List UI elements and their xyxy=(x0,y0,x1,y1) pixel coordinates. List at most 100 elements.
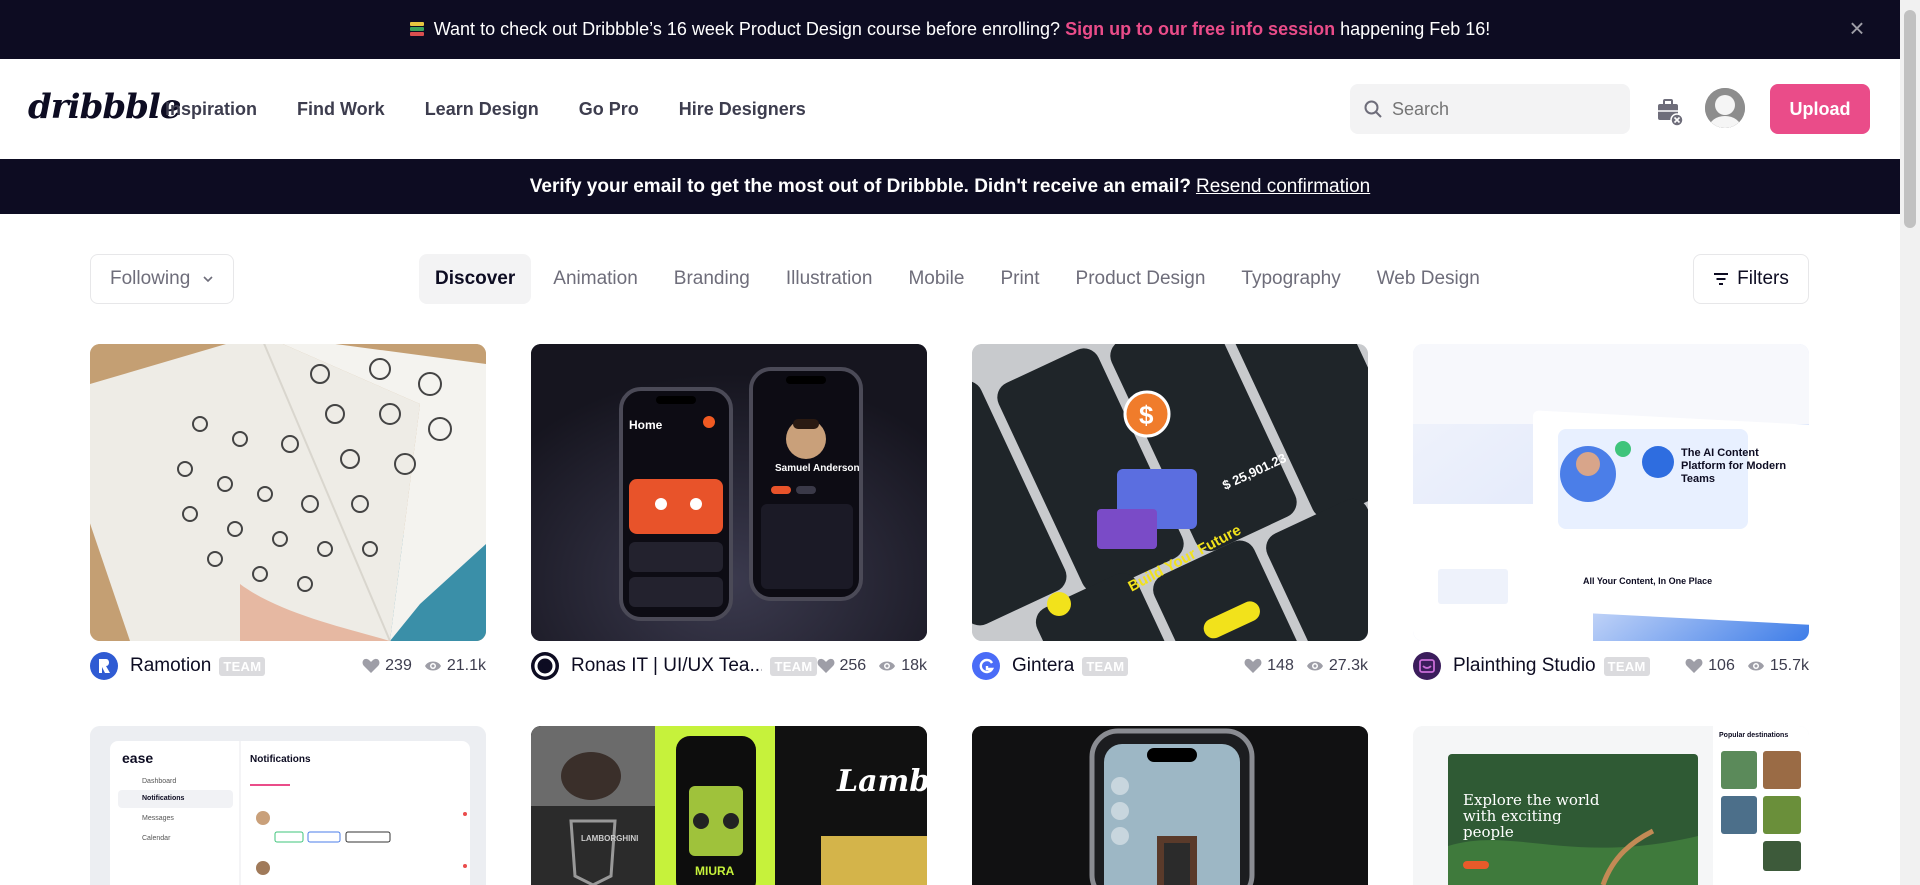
promo-link[interactable]: Sign up to our free info session xyxy=(1065,19,1335,40)
page-scrollbar[interactable] xyxy=(1900,0,1920,885)
verify-text: Verify your email to get the most out of… xyxy=(529,175,1191,197)
promo-text-after: happening Feb 16! xyxy=(1340,19,1491,39)
books-icon xyxy=(409,21,426,39)
travel-side-title: Popular destinations xyxy=(1719,732,1789,739)
heart-icon xyxy=(817,658,834,673)
tab-product-design[interactable]: Product Design xyxy=(1058,254,1224,304)
upload-button[interactable]: Upload xyxy=(1770,84,1870,134)
lamborghini-app-image xyxy=(531,726,927,885)
shot-meta: Ronas IT | UI/UX Tea... TEAM 256 18k xyxy=(531,651,927,681)
author-name[interactable]: Gintera xyxy=(1012,655,1074,677)
shot-meta: Plainthing Studio TEAM 106 15.7k xyxy=(1413,651,1809,681)
tab-mobile[interactable]: Mobile xyxy=(890,254,982,304)
search-input[interactable] xyxy=(1392,98,1612,120)
gintera-logo-icon xyxy=(979,658,994,674)
filter-lines-icon xyxy=(1714,273,1729,285)
tab-illustration[interactable]: Illustration xyxy=(768,254,891,304)
shot-stats: 256 18k xyxy=(817,657,927,675)
category-tabs: Discover Animation Branding Illustration… xyxy=(419,254,1498,304)
like-count: 256 xyxy=(839,657,867,674)
shot-stats: 239 21.1k xyxy=(362,657,486,675)
ramotion-logo-icon xyxy=(99,659,110,673)
likes[interactable]: 148 xyxy=(1244,657,1294,675)
likes[interactable]: 256 xyxy=(817,657,867,675)
ronas-logo-icon xyxy=(534,655,556,677)
tab-branding[interactable]: Branding xyxy=(656,254,768,304)
scrollbar-thumb[interactable] xyxy=(1904,10,1916,228)
filters-label: Filters xyxy=(1737,268,1789,289)
shot-thumbnail[interactable]: The AI Content Platform for Modern Teams… xyxy=(1413,344,1809,641)
nav-inspiration[interactable]: Inspiration xyxy=(165,99,257,120)
view-count: 27.3k xyxy=(1328,657,1368,674)
phones-image xyxy=(531,344,927,641)
ease-menu-item: Dashboard xyxy=(142,778,177,785)
phone-home-label: Home xyxy=(629,418,663,432)
following-dropdown[interactable]: Following xyxy=(90,254,234,304)
shot-thumbnail[interactable]: ease Notifications Dashboard Notificatio… xyxy=(90,726,486,885)
ai-heading: The AI Content Platform for Modern Teams xyxy=(1681,447,1787,485)
shot-thumbnail[interactable] xyxy=(972,726,1368,885)
verify-email-banner: Verify your email to get the most out of… xyxy=(0,159,1900,214)
chevron-down-icon xyxy=(203,276,213,283)
lambo-badge-text: LAMBORGHINI xyxy=(581,834,639,843)
like-count: 148 xyxy=(1267,657,1294,674)
likes[interactable]: 106 xyxy=(1685,657,1735,675)
travel-heading: Explore the world with exciting people xyxy=(1463,791,1600,841)
nav-go-pro[interactable]: Go Pro xyxy=(579,99,639,120)
close-icon[interactable]: × xyxy=(1844,15,1870,41)
plainthing-logo-icon xyxy=(1419,659,1435,673)
nav-find-work[interactable]: Find Work xyxy=(297,99,385,120)
author-name[interactable]: Ronas IT | UI/UX Tea... xyxy=(571,655,762,677)
tab-discover[interactable]: Discover xyxy=(419,254,532,304)
filters-button[interactable]: Filters xyxy=(1693,254,1809,304)
nav-hire-designers[interactable]: Hire Designers xyxy=(679,99,806,120)
lambo-model: MIURA xyxy=(695,864,735,878)
shot-meta: Ramotion TEAM 239 21.1k xyxy=(90,651,486,681)
author-name[interactable]: Plainthing Studio xyxy=(1453,655,1596,677)
shot-stats: 106 15.7k xyxy=(1685,657,1809,675)
eye-icon xyxy=(879,661,896,671)
shot-stats: 148 27.3k xyxy=(1244,657,1368,675)
resend-confirmation-link[interactable]: Resend confirmation xyxy=(1196,176,1370,198)
team-badge: TEAM xyxy=(770,656,817,676)
ease-menu-item: Notifications xyxy=(142,795,185,802)
views: 18k xyxy=(878,657,927,675)
crypto-app-image: $ xyxy=(972,344,1368,641)
nav-learn-design[interactable]: Learn Design xyxy=(425,99,539,120)
eye-icon xyxy=(1306,661,1323,671)
team-badge: TEAM xyxy=(1603,656,1650,676)
view-count: 15.7k xyxy=(1769,657,1809,674)
tab-print[interactable]: Print xyxy=(982,254,1057,304)
sketchbook-image xyxy=(90,344,486,641)
like-count: 106 xyxy=(1708,657,1735,674)
promo-text: Want to check out Dribbble’s 16 week Pro… xyxy=(433,19,1061,39)
search-box[interactable] xyxy=(1350,84,1630,134)
dribbble-logo[interactable]: dribbble xyxy=(28,87,181,127)
promo-banner: Want to check out Dribbble’s 16 week Pro… xyxy=(0,0,1900,59)
ease-logo: ease xyxy=(122,750,154,766)
work-briefcase-icon[interactable] xyxy=(1654,95,1684,129)
author-avatar[interactable] xyxy=(972,652,1000,680)
author-name[interactable]: Ramotion xyxy=(130,655,211,677)
shot-thumbnail[interactable] xyxy=(90,344,486,641)
likes[interactable]: 239 xyxy=(362,657,412,675)
author-avatar[interactable] xyxy=(90,652,118,680)
tab-typography[interactable]: Typography xyxy=(1223,254,1358,304)
dubai-phone-image xyxy=(972,726,1368,885)
author-avatar[interactable] xyxy=(1413,652,1441,680)
shot-thumbnail[interactable]: Home Samuel Anderson xyxy=(531,344,927,641)
shot-thumbnail[interactable]: Explore the world with exciting people P… xyxy=(1413,726,1809,885)
views: 21.1k xyxy=(424,657,486,675)
tab-web-design[interactable]: Web Design xyxy=(1359,254,1498,304)
ai-platform-image xyxy=(1413,344,1809,641)
author-avatar[interactable] xyxy=(531,652,559,680)
team-badge: TEAM xyxy=(1082,656,1129,676)
tab-animation[interactable]: Animation xyxy=(535,254,656,304)
user-avatar[interactable] xyxy=(1705,88,1745,128)
shot-thumbnail[interactable]: $ Build Your Future $ 25,901.23 xyxy=(972,344,1368,641)
shot-meta: Gintera TEAM 148 27.3k xyxy=(972,651,1368,681)
svg-text:$: $ xyxy=(1139,400,1154,430)
eye-icon xyxy=(1747,661,1764,671)
shot-thumbnail[interactable]: LAMBORGHINI MIURA Lambo xyxy=(531,726,927,885)
ease-menu-item: Calendar xyxy=(142,835,171,842)
